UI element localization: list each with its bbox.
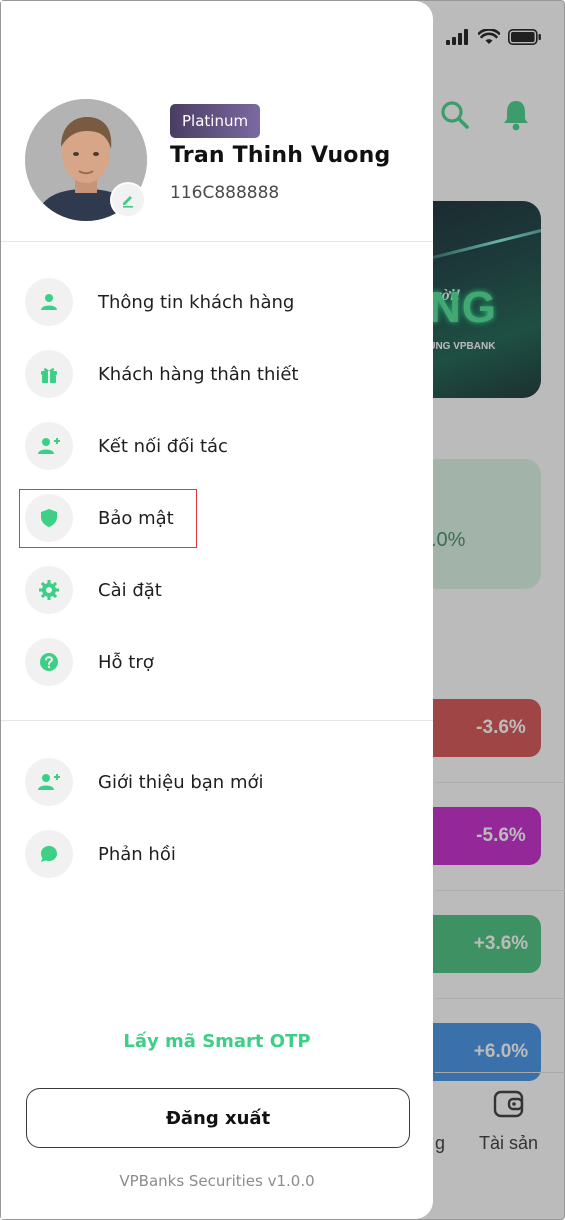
menu-label: Cài đặt <box>98 579 162 601</box>
pencil-icon <box>123 196 133 208</box>
side-drawer: Platinum Tran Thinh Vuong 116C888888 Thô… <box>1 1 433 1219</box>
menu-item-customer-info[interactable]: Thông tin khách hàng <box>25 277 405 327</box>
menu-item-loyalty[interactable]: Khách hàng thân thiết <box>25 349 405 399</box>
user-plus-icon <box>25 758 73 806</box>
menu-item-refer-friend[interactable]: Giới thiệu bạn mới <box>25 757 405 807</box>
gear-icon <box>25 566 73 614</box>
menu-item-feedback[interactable]: Phản hồi <box>25 829 405 879</box>
menu-label: Khách hàng thân thiết <box>98 363 299 385</box>
menu-label: Hỗ trợ <box>98 651 154 673</box>
edit-avatar-button[interactable] <box>110 182 146 218</box>
menu-item-support[interactable]: Hỗ trợ <box>25 637 405 687</box>
menu-item-partner-connect[interactable]: Kết nối đối tác <box>25 421 405 471</box>
menu-label: Kết nối đối tác <box>98 435 228 457</box>
menu-label: Thông tin khách hàng <box>98 291 295 313</box>
gift-icon <box>25 350 73 398</box>
highlight-frame <box>19 489 197 548</box>
menu-label: Phản hồi <box>98 843 176 865</box>
divider <box>1 241 433 242</box>
account-id: 116C888888 <box>170 183 280 203</box>
menu-item-settings[interactable]: Cài đặt <box>25 565 405 615</box>
menu-label: Giới thiệu bạn mới <box>98 771 264 793</box>
membership-badge: Platinum <box>170 104 261 138</box>
smart-otp-link[interactable]: Lấy mã Smart OTP <box>1 1031 433 1052</box>
user-name: Tran Thinh Vuong <box>170 143 391 168</box>
divider <box>1 720 433 721</box>
user-plus-icon <box>25 422 73 470</box>
chat-bubble-icon <box>25 830 73 878</box>
user-icon <box>25 278 73 326</box>
help-icon <box>25 638 73 686</box>
app-version: VPBanks Securities v1.0.0 <box>119 1172 315 1190</box>
logout-button[interactable]: Đăng xuất <box>26 1088 410 1148</box>
